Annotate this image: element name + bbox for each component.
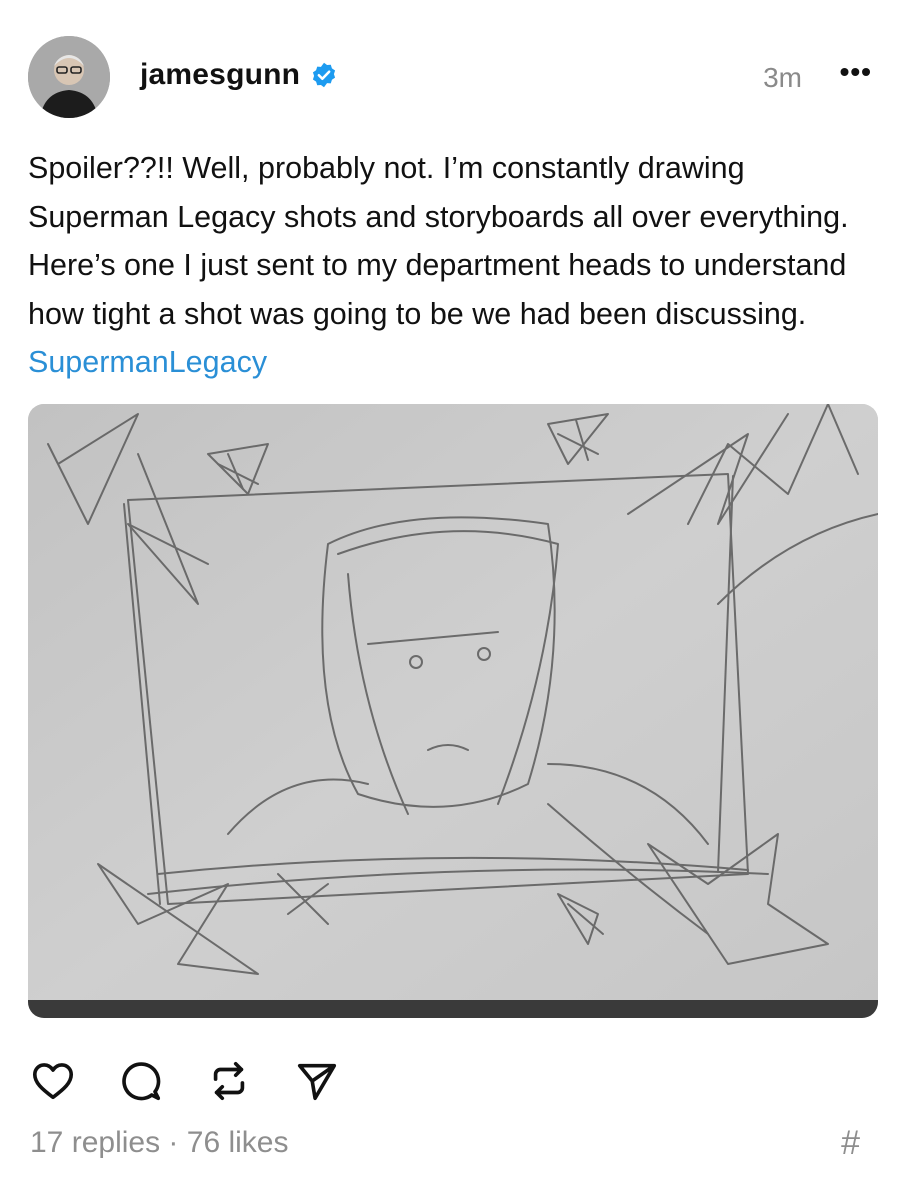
heart-icon[interactable] bbox=[30, 1058, 76, 1104]
avatar[interactable] bbox=[28, 36, 110, 118]
post-image[interactable] bbox=[28, 404, 878, 1018]
verified-badge-icon bbox=[313, 62, 336, 88]
stats-separator: · bbox=[168, 1126, 179, 1159]
likes-count[interactable]: 76 likes bbox=[187, 1126, 289, 1159]
post-header: jamesgunn 3m ••• bbox=[28, 36, 878, 120]
username[interactable]: jamesgunn bbox=[140, 58, 300, 92]
post-timestamp: 3m bbox=[763, 62, 802, 93]
more-options-icon[interactable]: ••• bbox=[840, 56, 872, 88]
post-text: Spoiler??!! Well, probably not. I’m cons… bbox=[28, 144, 888, 387]
author: jamesgunn bbox=[140, 58, 338, 92]
action-bar bbox=[30, 1058, 340, 1104]
send-icon[interactable] bbox=[294, 1058, 340, 1104]
repost-icon[interactable] bbox=[206, 1058, 252, 1104]
storyboard-sketch-image bbox=[28, 404, 878, 1018]
avatar-photo-icon bbox=[28, 36, 110, 118]
hashtag-icon[interactable]: # bbox=[841, 1124, 860, 1163]
hashtag-link[interactable]: SupermanLegacy bbox=[28, 345, 267, 379]
replies-count[interactable]: 17 replies bbox=[30, 1126, 160, 1159]
post-body: Spoiler??!! Well, probably not. I’m cons… bbox=[28, 151, 849, 331]
comment-bubble-icon[interactable] bbox=[118, 1058, 164, 1104]
post-stats: 17 replies · 76 likes bbox=[30, 1126, 288, 1160]
